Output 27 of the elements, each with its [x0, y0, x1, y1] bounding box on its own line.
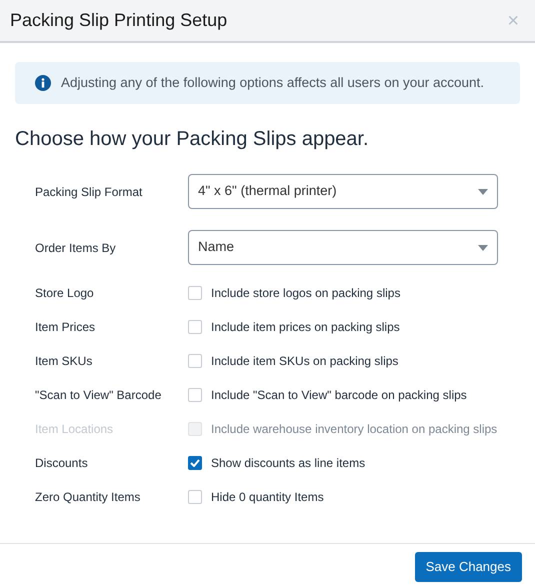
checkbox[interactable] — [188, 456, 202, 470]
field-label: Packing Slip Format — [35, 184, 144, 200]
field-label: Zero Quantity Items — [35, 489, 142, 506]
section-heading: Choose how your Packing Slips appear. — [15, 127, 370, 152]
field-label: Order Items By — [35, 240, 117, 256]
field-label: Item Prices — [35, 319, 96, 336]
field-label: Store Logo — [35, 285, 95, 302]
dropdown-field[interactable]: Name — [188, 230, 498, 265]
checkbox-label: Show discounts as line items — [211, 455, 366, 472]
info-icon — [35, 75, 51, 91]
save-button[interactable]: Save Changes — [414, 552, 522, 582]
checkbox-label: Include warehouse inventory location on packing slips — [211, 421, 498, 438]
checkbox-label: Include item prices on packing slips — [211, 319, 400, 336]
field-label: Item SKUs — [35, 353, 94, 370]
checkmark-icon — [190, 459, 200, 467]
checkbox-label: Hide 0 quantity Items — [211, 489, 324, 506]
caret-icon — [478, 188, 488, 194]
info-text: Adjusting any of the following options affects all users on your account. — [61, 74, 484, 92]
caret-icon — [478, 244, 488, 250]
checkbox-label: Include store logos on packing slips — [211, 285, 400, 302]
dropdown-field[interactable]: 4" x 6" (thermal printer) — [188, 174, 498, 209]
field-label: Discounts — [35, 455, 89, 472]
window-title: Packing Slip Printing Setup — [10, 9, 228, 32]
field-label: Item Locations — [35, 421, 114, 438]
checkbox-label: Include item SKUs on packing slips — [211, 353, 398, 370]
field-label: "Scan to View" Barcode — [35, 387, 162, 404]
checkbox-label: Include "Scan to View" barcode on packing slips — [211, 387, 467, 404]
